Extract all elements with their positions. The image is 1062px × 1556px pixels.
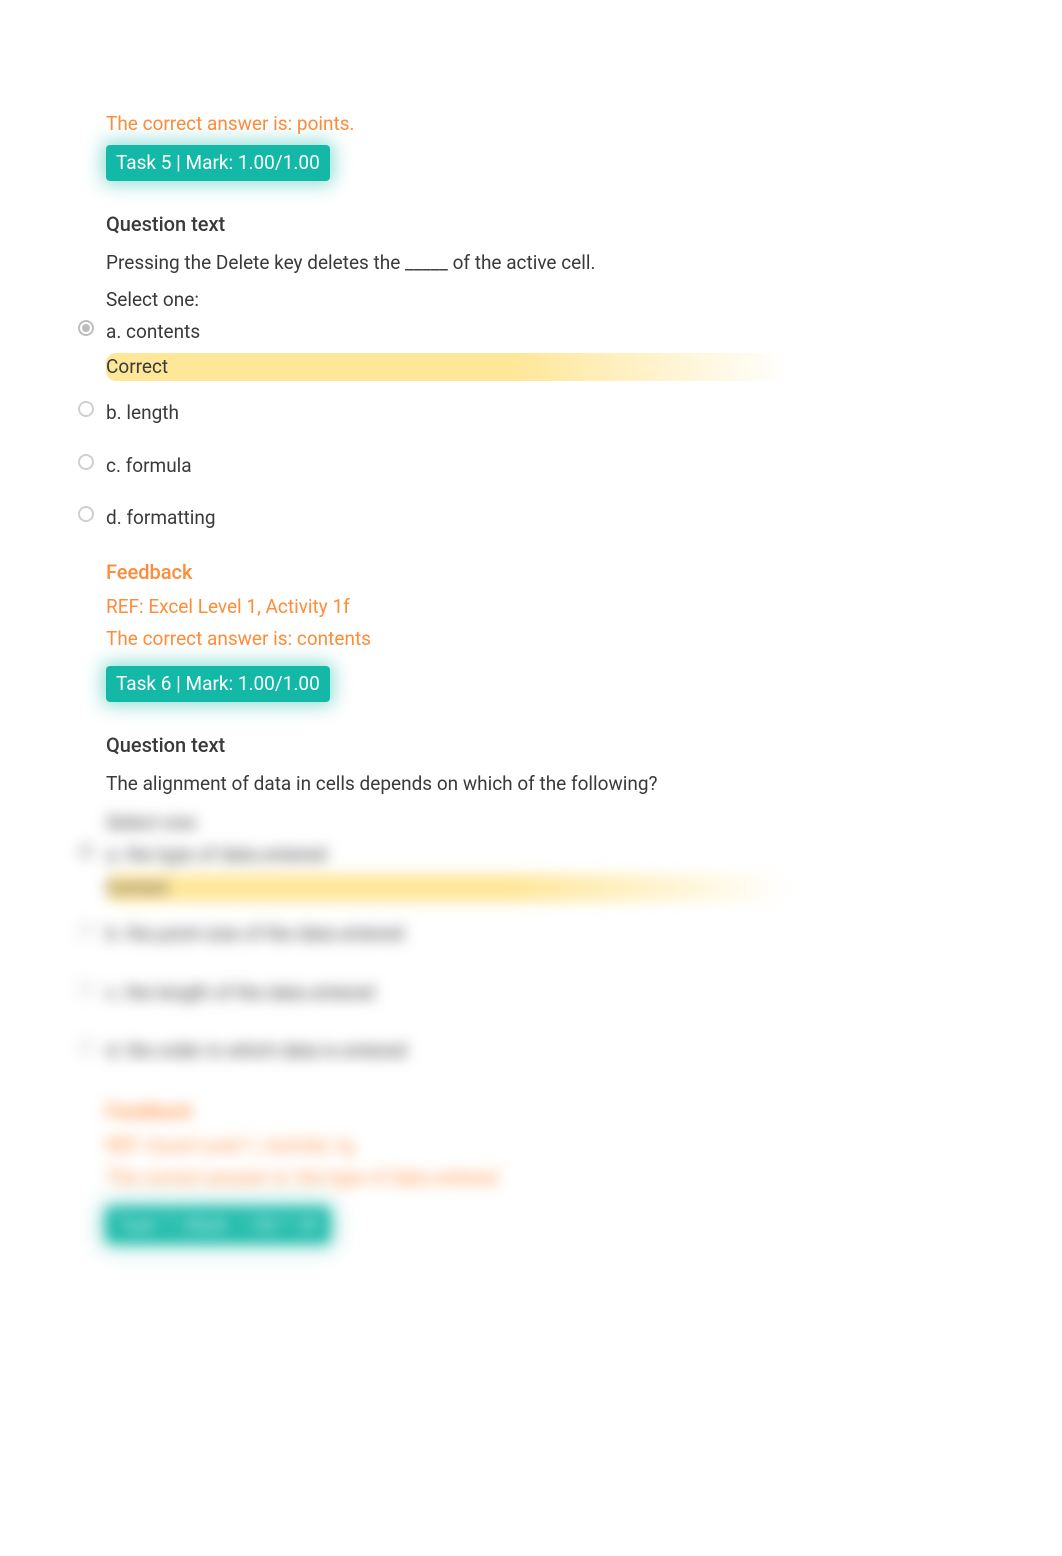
option-b-row: b. the point size of the data entered xyxy=(106,920,1004,949)
option-c-label: c. the length of the data entered xyxy=(106,981,374,1004)
correct-highlight: Correct xyxy=(106,353,791,382)
radio-icon[interactable] xyxy=(78,922,94,938)
radio-icon[interactable] xyxy=(78,401,94,417)
feedback-heading: Feedback xyxy=(106,557,1004,587)
feedback-answer: The correct answer is: the type of data … xyxy=(106,1164,1004,1193)
option-a-label: a. contents xyxy=(106,320,200,343)
radio-icon[interactable] xyxy=(78,320,94,336)
option-c-label: c. formula xyxy=(106,454,192,477)
task-6-block: Task 6 | Mark: 1.00/1.00 Question text T… xyxy=(106,666,1004,1262)
task-6-badge: Task 6 | Mark: 1.00/1.00 xyxy=(106,666,330,703)
radio-icon[interactable] xyxy=(78,1039,94,1055)
option-a-row: a. contents xyxy=(106,318,1004,347)
option-b-label: b. length xyxy=(106,401,179,424)
correct-highlight: Correct xyxy=(106,874,791,903)
quiz-page: The correct answer is: points. Task 5 | … xyxy=(0,0,1062,1311)
blurred-preview: Select one: a. the type of data entered … xyxy=(106,809,1004,1262)
option-b-row: b. length xyxy=(106,399,1004,428)
task-7-badge: Task 7 | Mark: 1.00/1.00 xyxy=(106,1207,330,1244)
option-d-label: d. the order in which data is entered xyxy=(106,1039,407,1062)
question-text-heading: Question text xyxy=(106,209,1004,239)
prior-correct-answer: The correct answer is: points. xyxy=(106,110,1004,139)
feedback-heading: Feedback xyxy=(106,1096,1004,1126)
radio-icon[interactable] xyxy=(78,843,94,859)
option-c-row: c. the length of the data entered xyxy=(106,979,1004,1008)
option-d-row: d. the order in which data is entered xyxy=(106,1037,1004,1066)
radio-icon[interactable] xyxy=(78,981,94,997)
feedback-ref: REF: Excel Level 1, Activity 1g xyxy=(106,1132,1004,1161)
question-text-heading: Question text xyxy=(106,730,1004,760)
task-5-badge: Task 5 | Mark: 1.00/1.00 xyxy=(106,145,330,182)
feedback-ref: REF: Excel Level 1, Activity 1f xyxy=(106,593,1004,622)
option-d-row: d. formatting xyxy=(106,504,1004,533)
option-c-row: c. formula xyxy=(106,452,1004,481)
question-text: Pressing the Delete key deletes the ____… xyxy=(106,249,1004,278)
question-text: The alignment of data in cells depends o… xyxy=(106,770,1004,799)
radio-icon[interactable] xyxy=(78,506,94,522)
option-b-label: b. the point size of the data entered xyxy=(106,922,404,945)
select-one-label: Select one: xyxy=(106,286,1004,315)
option-a-row: a. the type of data entered xyxy=(106,841,1004,870)
content-column: The correct answer is: points. Task 5 | … xyxy=(106,110,1004,1261)
select-one-label: Select one: xyxy=(106,809,1004,838)
task-5-block: Task 5 | Mark: 1.00/1.00 Question text P… xyxy=(106,145,1004,654)
radio-icon[interactable] xyxy=(78,454,94,470)
option-a-label: a. the type of data entered xyxy=(106,843,327,866)
option-d-label: d. formatting xyxy=(106,506,216,529)
feedback-answer: The correct answer is: contents xyxy=(106,625,1004,654)
